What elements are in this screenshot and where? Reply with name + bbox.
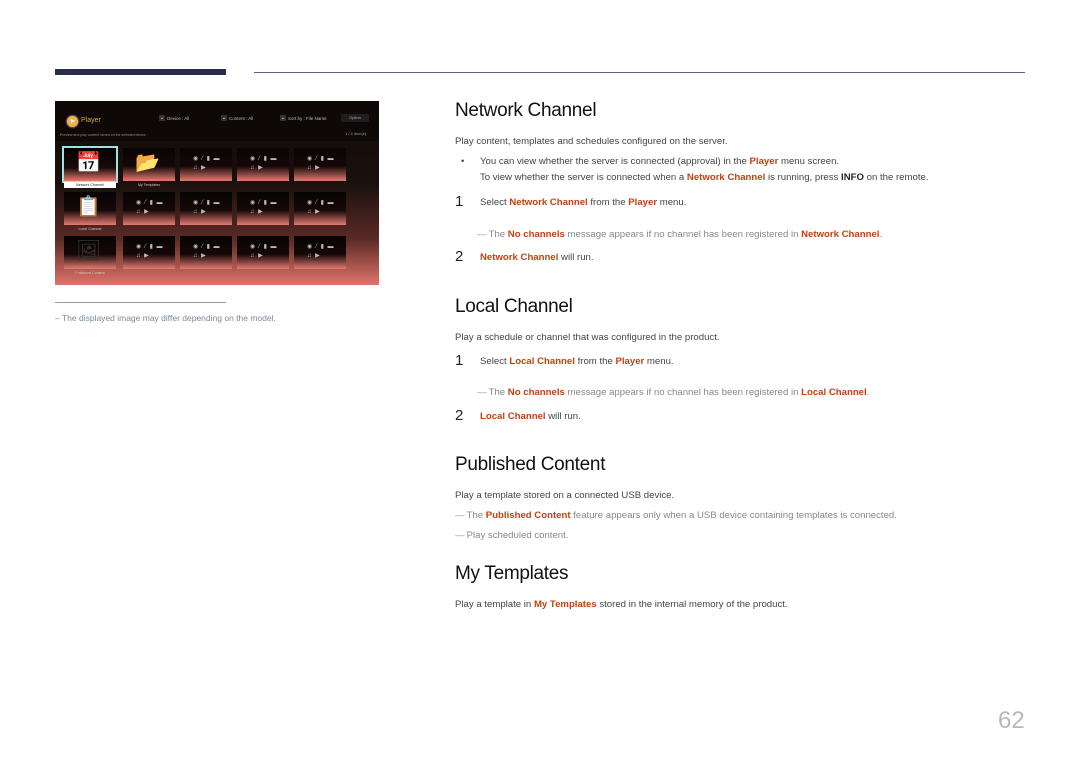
options-button: Option xyxy=(341,114,369,122)
caption-text: The displayed image may differ depending… xyxy=(61,313,276,323)
local-note: — The No channels message appears if no c… xyxy=(477,387,870,398)
tile-content: ◉ ⁄ ▮ ▬ ♫ ▶ xyxy=(294,148,346,181)
step-number: 2 xyxy=(455,407,464,424)
player-hint: Preview and play content stored on the s… xyxy=(60,133,147,137)
tile-network-channel: 📅 Network Channel xyxy=(62,146,118,188)
item-count: 1 / 4 item(s) xyxy=(345,131,367,136)
templates-intro: Play a template in My Templates stored i… xyxy=(455,599,788,610)
tile-content: ◉ ⁄ ▮ ▬ ♫ ▶ xyxy=(180,148,232,181)
tile-label: My Templates xyxy=(137,183,161,187)
filter-content: ⌄ Content : All xyxy=(221,115,253,121)
network-bullet-line2: To view whether the server is connected … xyxy=(480,172,929,183)
player-title: Player xyxy=(81,117,101,124)
content-type-icons: ◉ ⁄ ▮ ▬ ♫ ▶ xyxy=(307,156,335,171)
chevron-down-icon: ⌄ xyxy=(159,115,165,121)
tile-content: ◉ ⁄ ▮ ▬ ♫ ▶ xyxy=(294,236,346,269)
filter-label: Device : All xyxy=(167,115,190,121)
network-bullet-line1: You can view whether the server is conne… xyxy=(480,156,840,167)
tile-my-templates: 📂 My Templates xyxy=(123,148,175,187)
published-intro: Play a template stored on a connected US… xyxy=(455,490,675,501)
content-type-icons: ◉ ⁄ ▮ ▬ ♫ ▶ xyxy=(250,200,278,215)
tile-local-channel: 📋 Local Channel xyxy=(64,192,116,231)
tile-content: ◉ ⁄ ▮ ▬ ♫ ▶ xyxy=(180,192,232,225)
step-number: 2 xyxy=(455,248,464,265)
tile-label: Local Channel xyxy=(78,227,102,231)
network-note: — The No channels message appears if no c… xyxy=(477,229,883,240)
step-number: 1 xyxy=(455,352,464,369)
tile-published-content: 🖼 Published Content xyxy=(64,236,116,275)
player-header: Player ⌄ Device : All ⌄ Content : All ⌄ Sor… xyxy=(55,101,379,141)
tile-content: ◉ ⁄ ▮ ▬ ♫ ▶ xyxy=(123,192,175,225)
filter-label: Content : All xyxy=(229,115,254,121)
content-type-icons: ◉ ⁄ ▮ ▬ ♫ ▶ xyxy=(136,200,164,215)
step-number: 1 xyxy=(455,193,464,210)
local-intro: Play a schedule or channel that was conf… xyxy=(455,332,720,343)
calendar-globe-icon: 📅 xyxy=(76,152,101,174)
tile-content: ◉ ⁄ ▮ ▬ ♫ ▶ xyxy=(123,236,175,269)
usb-template-icon: 🖼 xyxy=(76,240,102,262)
network-intro: Play content, templates and schedules co… xyxy=(455,136,728,147)
clipboard-clock-icon: 📋 xyxy=(76,196,101,218)
chevron-down-icon: ⌄ xyxy=(221,115,227,121)
local-step1: Select Local Channel from the Player men… xyxy=(480,356,674,367)
content-type-icons: ◉ ⁄ ▮ ▬ ♫ ▶ xyxy=(307,200,335,215)
published-note1: — The Published Content feature appears o… xyxy=(455,510,897,521)
page-number: 62 xyxy=(998,707,1025,734)
filter-sort: ⌄ Sort by : File Name xyxy=(280,115,327,121)
player-screenshot: Player ⌄ Device : All ⌄ Content : All ⌄ Sor… xyxy=(55,101,379,285)
chevron-down-icon: ⌄ xyxy=(280,115,286,121)
content-type-icons: ◉ ⁄ ▮ ▬ ♫ ▶ xyxy=(250,244,278,259)
tile-content: ◉ ⁄ ▮ ▬ ♫ ▶ xyxy=(294,192,346,225)
network-step2: Network Channel will run. xyxy=(480,252,594,263)
content-type-icons: ◉ ⁄ ▮ ▬ ♫ ▶ xyxy=(250,156,278,171)
content-type-icons: ◉ ⁄ ▮ ▬ ♫ ▶ xyxy=(193,244,221,259)
tile-label: Published Content xyxy=(75,271,105,275)
folder-icon: 📂 xyxy=(135,152,160,174)
filter-device: ⌄ Device : All xyxy=(159,115,189,121)
published-note2: — Play scheduled content. xyxy=(455,530,569,541)
network-step1: Select Network Channel from the Player m… xyxy=(480,197,687,208)
content-type-icons: ◉ ⁄ ▮ ▬ ♫ ▶ xyxy=(193,156,221,171)
content-type-icons: ◉ ⁄ ▮ ▬ ♫ ▶ xyxy=(193,200,221,215)
tile-label: Network Channel xyxy=(64,182,116,188)
caption-rule xyxy=(55,302,226,303)
tile-content: ◉ ⁄ ▮ ▬ ♫ ▶ xyxy=(237,192,289,225)
header-rule xyxy=(254,72,1025,73)
bullet-icon: • xyxy=(461,156,465,167)
header-bar-accent xyxy=(55,69,226,75)
player-icon xyxy=(67,116,78,127)
tile-content: ◉ ⁄ ▮ ▬ ♫ ▶ xyxy=(237,148,289,181)
section-title-published-content: Published Content xyxy=(455,454,606,475)
section-title-local-channel: Local Channel xyxy=(455,296,573,317)
content-type-icons: ◉ ⁄ ▮ ▬ ♫ ▶ xyxy=(136,244,164,259)
local-step2: Local Channel will run. xyxy=(480,411,581,422)
section-title-my-templates: My Templates xyxy=(455,563,569,584)
image-caption: – The displayed image may differ dependi… xyxy=(55,313,276,323)
content-type-icons: ◉ ⁄ ▮ ▬ ♫ ▶ xyxy=(307,244,335,259)
section-title-network-channel: Network Channel xyxy=(455,100,597,121)
caption-dash: – xyxy=(55,313,60,323)
tile-content: ◉ ⁄ ▮ ▬ ♫ ▶ xyxy=(180,236,232,269)
tile-content: ◉ ⁄ ▮ ▬ ♫ ▶ xyxy=(237,236,289,269)
filter-label: Sort by : File Name xyxy=(288,115,327,121)
